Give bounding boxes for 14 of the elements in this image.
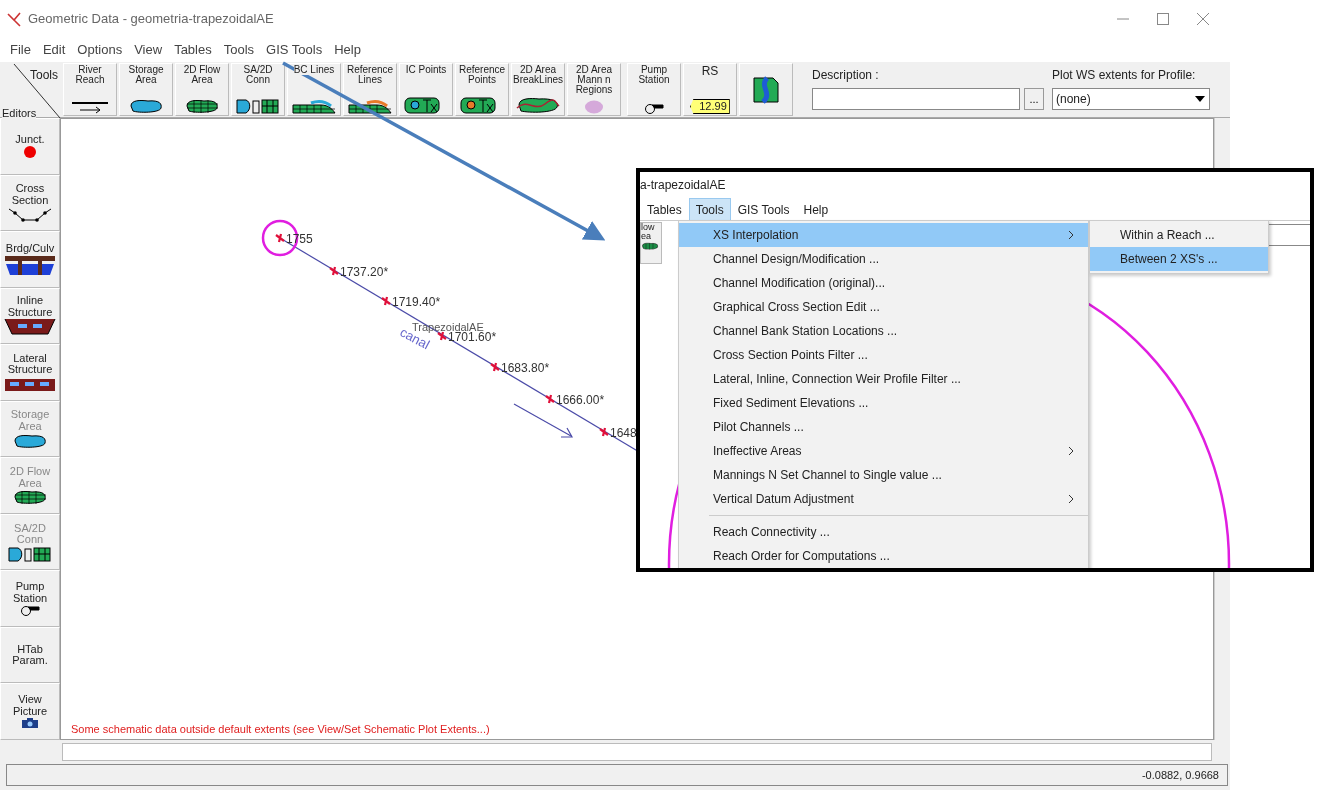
field-label: Plot WS extents for Profile:: [1052, 67, 1197, 84]
warning-message: Some schematic data outside default extents (see View/Set Schematic Plot Extents...): [71, 721, 490, 737]
station-label: 1701.60*: [448, 330, 497, 344]
station-label: 1719.40*: [392, 295, 441, 309]
window-title: Geometric Data - geometria-trapezoidalAE: [28, 10, 274, 29]
station-label: 1666.00*: [556, 393, 605, 407]
corner-label: Tools: [30, 67, 58, 84]
field-label: Description :: [812, 67, 880, 84]
coordinates-readout: -0.0882, 0.9668: [1141, 767, 1219, 783]
station-label: 1737.20*: [340, 265, 389, 279]
station-tag: 12.99: [690, 99, 730, 114]
window-title: a-trapezoidalAE: [640, 177, 726, 194]
station-label: 1648: [610, 426, 637, 440]
station-label: 1683.80*: [501, 361, 550, 375]
